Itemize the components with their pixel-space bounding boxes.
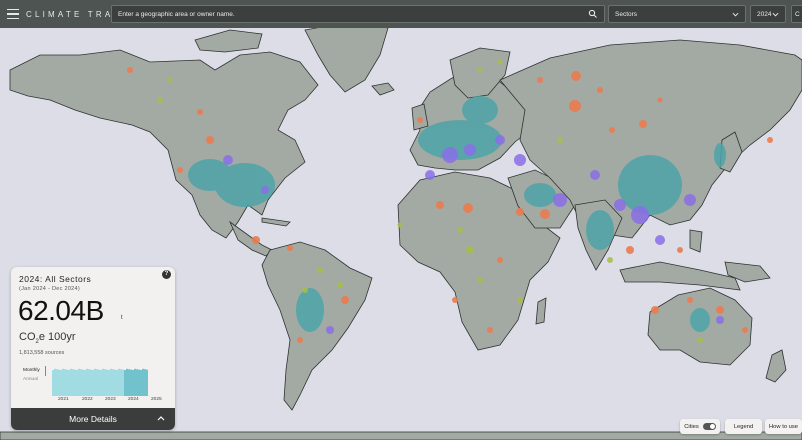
more-details-label: More Details <box>69 414 117 424</box>
cities-switch[interactable] <box>702 423 716 430</box>
monthly-bar <box>110 368 112 396</box>
monthly-emissions-chart[interactable] <box>52 366 148 396</box>
monthly-bar <box>94 368 96 396</box>
year-label: 2024 <box>128 397 139 402</box>
panel-title: 2024: All Sectors <box>19 274 92 284</box>
monthly-bar <box>144 369 146 396</box>
monthly-bar <box>120 369 122 396</box>
monthly-bar <box>116 370 118 396</box>
gas-suffix: e 100yr <box>38 331 76 343</box>
legend-label: Legend <box>733 423 754 430</box>
sectors-label: Sectors <box>615 10 638 18</box>
year-label: 2025 <box>151 397 162 402</box>
monthly-bar <box>138 369 140 396</box>
more-details-button[interactable]: More Details <box>11 408 175 430</box>
monthly-bar <box>56 369 58 396</box>
year-label: 2022 <box>82 397 93 402</box>
gas-label: CO2e 100yr <box>19 331 76 345</box>
monthly-bar <box>58 369 60 396</box>
monthly-bar <box>68 370 70 396</box>
monthly-bar <box>100 370 102 396</box>
monthly-bar <box>82 369 84 396</box>
chevron-up-icon <box>157 416 165 421</box>
gas-prefix: CO <box>19 331 36 343</box>
toggle-divider <box>45 366 46 376</box>
brand-logo: CLIMATE TRACE <box>26 9 131 19</box>
how-to-use-label: How to use <box>769 423 798 430</box>
search-icon[interactable] <box>588 9 598 19</box>
monthly-bar <box>76 370 78 396</box>
monthly-bar <box>128 369 130 396</box>
monthly-bar <box>96 369 98 396</box>
chevron-down-icon <box>772 12 779 16</box>
top-bar: CLIMATE TRACE Sectors 2024 C <box>0 0 802 28</box>
monthly-bar <box>104 369 106 396</box>
monthly-bar <box>126 368 128 396</box>
annual-toggle[interactable]: Annual <box>23 377 38 382</box>
monthly-bar <box>90 369 92 396</box>
legend-button[interactable]: Legend <box>725 419 762 434</box>
philippines <box>689 229 703 253</box>
monthly-bar <box>122 369 124 396</box>
monthly-bar <box>78 368 80 396</box>
monthly-bar <box>74 369 76 396</box>
monthly-bar <box>114 369 116 396</box>
monthly-bar <box>118 368 120 396</box>
year-label: 2024 <box>757 10 772 18</box>
monthly-bar <box>84 370 86 396</box>
total-emissions-value: 62.04B <box>18 295 104 326</box>
monthly-bar <box>86 368 88 396</box>
sources-count: 1,813,558 sources <box>19 350 65 356</box>
monthly-bar <box>64 369 66 396</box>
year-label: 2021 <box>58 397 69 402</box>
monthly-toggle[interactable]: Monthly <box>23 368 40 373</box>
monthly-bar <box>92 370 94 396</box>
chevron-down-icon <box>732 12 739 16</box>
monthly-bar <box>98 369 100 396</box>
search-input[interactable] <box>112 9 588 19</box>
monthly-bar <box>112 369 114 396</box>
monthly-bar <box>134 368 136 396</box>
monthly-bar <box>132 370 134 396</box>
date-range: (Jan 2024 - Dec 2024) <box>19 286 81 292</box>
monthly-bar <box>124 370 126 396</box>
monthly-bar <box>136 369 138 396</box>
monthly-bar <box>102 368 104 396</box>
unit-label: t <box>121 315 123 321</box>
monthly-bar <box>52 370 54 396</box>
monthly-bar <box>70 368 72 396</box>
how-to-use-button[interactable]: How to use <box>765 419 802 434</box>
menu-icon[interactable] <box>0 0 26 28</box>
monthly-bar <box>106 369 108 396</box>
monthly-bar <box>130 369 132 396</box>
cities-label: Cities <box>684 423 699 430</box>
monthly-bar <box>66 369 68 396</box>
monthly-bar <box>72 369 74 396</box>
search-box <box>111 5 605 23</box>
cities-toggle[interactable]: Cities <box>680 419 720 434</box>
monthly-bar <box>146 369 148 396</box>
sectors-select[interactable]: Sectors <box>608 5 746 23</box>
monthly-bar <box>80 369 82 396</box>
year-label: 2023 <box>105 397 116 402</box>
monthly-bar <box>140 370 142 396</box>
monthly-bar <box>142 368 144 396</box>
info-icon[interactable]: ? <box>162 270 171 279</box>
monthly-bar <box>60 370 62 396</box>
emissions-summary-panel: ? 2024: All Sectors (Jan 2024 - Dec 2024… <box>11 267 175 430</box>
extra-select[interactable]: C <box>791 5 802 23</box>
monthly-bar <box>88 369 90 396</box>
year-select[interactable]: 2024 <box>750 5 786 23</box>
monthly-bar <box>54 368 56 396</box>
monthly-bar <box>62 368 64 396</box>
monthly-bar <box>108 370 110 396</box>
extra-label: C <box>795 10 800 18</box>
